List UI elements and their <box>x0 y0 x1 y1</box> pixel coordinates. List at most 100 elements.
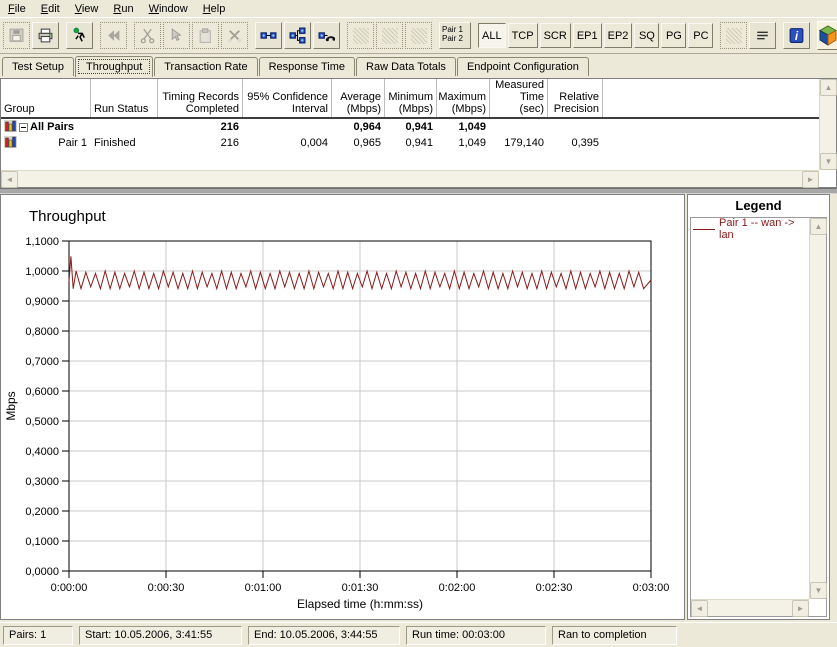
scroll-down-button[interactable]: ▼ <box>820 153 837 170</box>
netiq-cube-icon: netiQ <box>818 24 837 48</box>
legend-horizontal-scrollbar[interactable]: ◄► <box>691 599 809 616</box>
filter-button-ep2[interactable]: EP2 <box>604 23 633 48</box>
chariot-main-window: { "menu_bar": { "items": ["File", "Edit"… <box>0 0 837 647</box>
group-cell: All Pairs <box>1 120 91 135</box>
filter-button-ep1[interactable]: EP1 <box>573 23 602 48</box>
tab-transaction-rate[interactable]: Transaction Rate <box>154 57 257 76</box>
copy-icon <box>168 27 185 44</box>
menu-item-help[interactable]: Help <box>196 1 234 17</box>
legend-entry-label: Pair 1 -- wan -> lan <box>719 217 808 241</box>
legend-title: Legend <box>688 195 829 215</box>
pair-chart-icon <box>4 136 17 151</box>
filter-button-all[interactable]: ALL <box>478 23 506 48</box>
add-pair-button[interactable] <box>255 22 282 49</box>
scroll-right-button[interactable]: ► <box>792 600 809 617</box>
x-tick-label: 0:00:30 <box>148 582 185 594</box>
table-vertical-scrollbar[interactable]: ▲▼ <box>819 79 836 170</box>
y-tick-label: 1,0000 <box>25 266 59 278</box>
scroll-left-button[interactable]: ◄ <box>1 171 18 188</box>
results-table-header: GroupRun StatusTiming Records Completed9… <box>1 79 836 119</box>
column-header-measured_time[interactable]: Measured Time (sec) <box>490 79 548 117</box>
scroll-down-button[interactable]: ▼ <box>810 582 827 599</box>
swap-endpoints-button <box>405 22 432 49</box>
cut-icon <box>139 27 156 44</box>
legend-line-sample <box>693 229 715 230</box>
replicate-pair-button <box>376 22 403 49</box>
scroll-left-button[interactable]: ◄ <box>691 600 708 617</box>
collapse-expander[interactable] <box>19 123 28 132</box>
menu-bar: FileEditViewRunWindowHelp <box>0 0 837 18</box>
scroll-up-button[interactable]: ▲ <box>820 79 837 96</box>
legend-vertical-scrollbar[interactable]: ▲▼ <box>809 218 826 599</box>
results-table-body: All Pairs2160,9640,9411,049Pair 1Finishe… <box>1 119 836 151</box>
paste-icon <box>197 27 214 44</box>
copy-button <box>163 22 190 49</box>
filter-button-scr[interactable]: SCR <box>540 23 571 48</box>
add-pair-icon <box>260 27 277 44</box>
status-panel-1: Start: 10.05.2006, 3:41:55 <box>79 626 242 645</box>
pair-list-button[interactable]: Pair 1Pair 2 <box>439 22 471 49</box>
scroll-up-button[interactable]: ▲ <box>810 218 827 235</box>
scroll-right-button[interactable]: ► <box>802 171 819 188</box>
minimum-cell: 0,941 <box>385 137 437 149</box>
add-multicast-group-button[interactable] <box>284 22 311 49</box>
filter-button-sq[interactable]: SQ <box>634 23 659 48</box>
legend-panel: Legend Pair 1 -- wan -> lan ▲▼ ◄► <box>687 194 830 620</box>
status-bar: Pairs: 1Start: 10.05.2006, 3:41:55End: 1… <box>0 622 837 647</box>
column-header-run_status[interactable]: Run Status <box>91 79 158 117</box>
delete-icon <box>226 27 243 44</box>
menu-item-window[interactable]: Window <box>142 1 196 17</box>
menu-item-edit[interactable]: Edit <box>34 1 68 17</box>
column-header-confidence_interval[interactable]: 95% Confidence Interval <box>243 79 332 117</box>
tab-response-time[interactable]: Response Time <box>259 57 355 76</box>
tab-throughput[interactable]: Throughput <box>75 56 153 77</box>
add-voip-pair-button[interactable] <box>313 22 340 49</box>
console-icon <box>754 27 771 44</box>
column-header-maximum[interactable]: Maximum (Mbps) <box>437 79 490 117</box>
filter-button-tcp[interactable]: TCP <box>508 23 538 48</box>
chart-title: Throughput <box>29 208 107 225</box>
filter-button-group: ALLTCPSCREP1EP2SQPGPC <box>478 23 713 48</box>
x-tick-label: 0:02:30 <box>536 582 573 594</box>
y-tick-label: 1,1000 <box>25 236 59 248</box>
table-horizontal-scrollbar[interactable]: ◄► <box>1 170 819 187</box>
y-tick-label: 0,9000 <box>25 296 59 308</box>
delete-button <box>221 22 248 49</box>
filter-button-pg[interactable]: PG <box>661 23 686 48</box>
y-tick-label: 0,4000 <box>25 446 59 458</box>
column-header-timing_records_completed[interactable]: Timing Records Completed <box>158 79 243 117</box>
console-button[interactable] <box>749 22 776 49</box>
filter-button-pc[interactable]: PC <box>688 23 713 48</box>
menu-item-view[interactable]: View <box>68 1 107 17</box>
x-tick-label: 0:00:00 <box>51 582 88 594</box>
table-row[interactable]: Pair 1Finished2160,0040,9650,9411,049179… <box>1 135 836 151</box>
legend-listbox: Pair 1 -- wan -> lan ▲▼ ◄► <box>690 217 827 617</box>
tab-endpoint-configuration[interactable]: Endpoint Configuration <box>457 57 589 76</box>
status-panel-0: Pairs: 1 <box>3 626 73 645</box>
throughput-chart: 0,00000,10000,20000,30000,40000,50000,60… <box>1 195 684 619</box>
print-button[interactable] <box>32 22 59 49</box>
tab-strip: Test SetupThroughputTransaction RateResp… <box>0 54 837 76</box>
run-button[interactable] <box>66 22 93 49</box>
results-table-panel: GroupRun StatusTiming Records Completed9… <box>0 78 837 188</box>
group-label: All Pairs <box>30 121 74 133</box>
tab-raw-data-totals[interactable]: Raw Data Totals <box>356 57 456 76</box>
column-header-minimum[interactable]: Minimum (Mbps) <box>385 79 437 117</box>
y-tick-label: 0,3000 <box>25 476 59 488</box>
column-header-relative_precision[interactable]: Relative Precision <box>548 79 603 117</box>
x-tick-label: 0:02:00 <box>439 582 476 594</box>
paste-button <box>192 22 219 49</box>
maximum-cell: 1,049 <box>437 137 490 149</box>
column-header-average[interactable]: Average (Mbps) <box>332 79 385 117</box>
legend-entry[interactable]: Pair 1 -- wan -> lan <box>693 222 808 236</box>
help-info-button[interactable]: i <box>783 22 810 49</box>
table-row[interactable]: All Pairs2160,9640,9411,049 <box>1 119 836 135</box>
tab-test-setup[interactable]: Test Setup <box>2 57 74 76</box>
cut-button <box>134 22 161 49</box>
column-header-group[interactable]: Group <box>1 79 91 117</box>
menu-item-file[interactable]: File <box>1 1 34 17</box>
y-axis-label: Mbps <box>4 391 18 420</box>
pair-list-line1: Pair 1 <box>442 25 468 34</box>
edit-pair-button <box>347 22 374 49</box>
menu-item-run[interactable]: Run <box>106 1 141 17</box>
